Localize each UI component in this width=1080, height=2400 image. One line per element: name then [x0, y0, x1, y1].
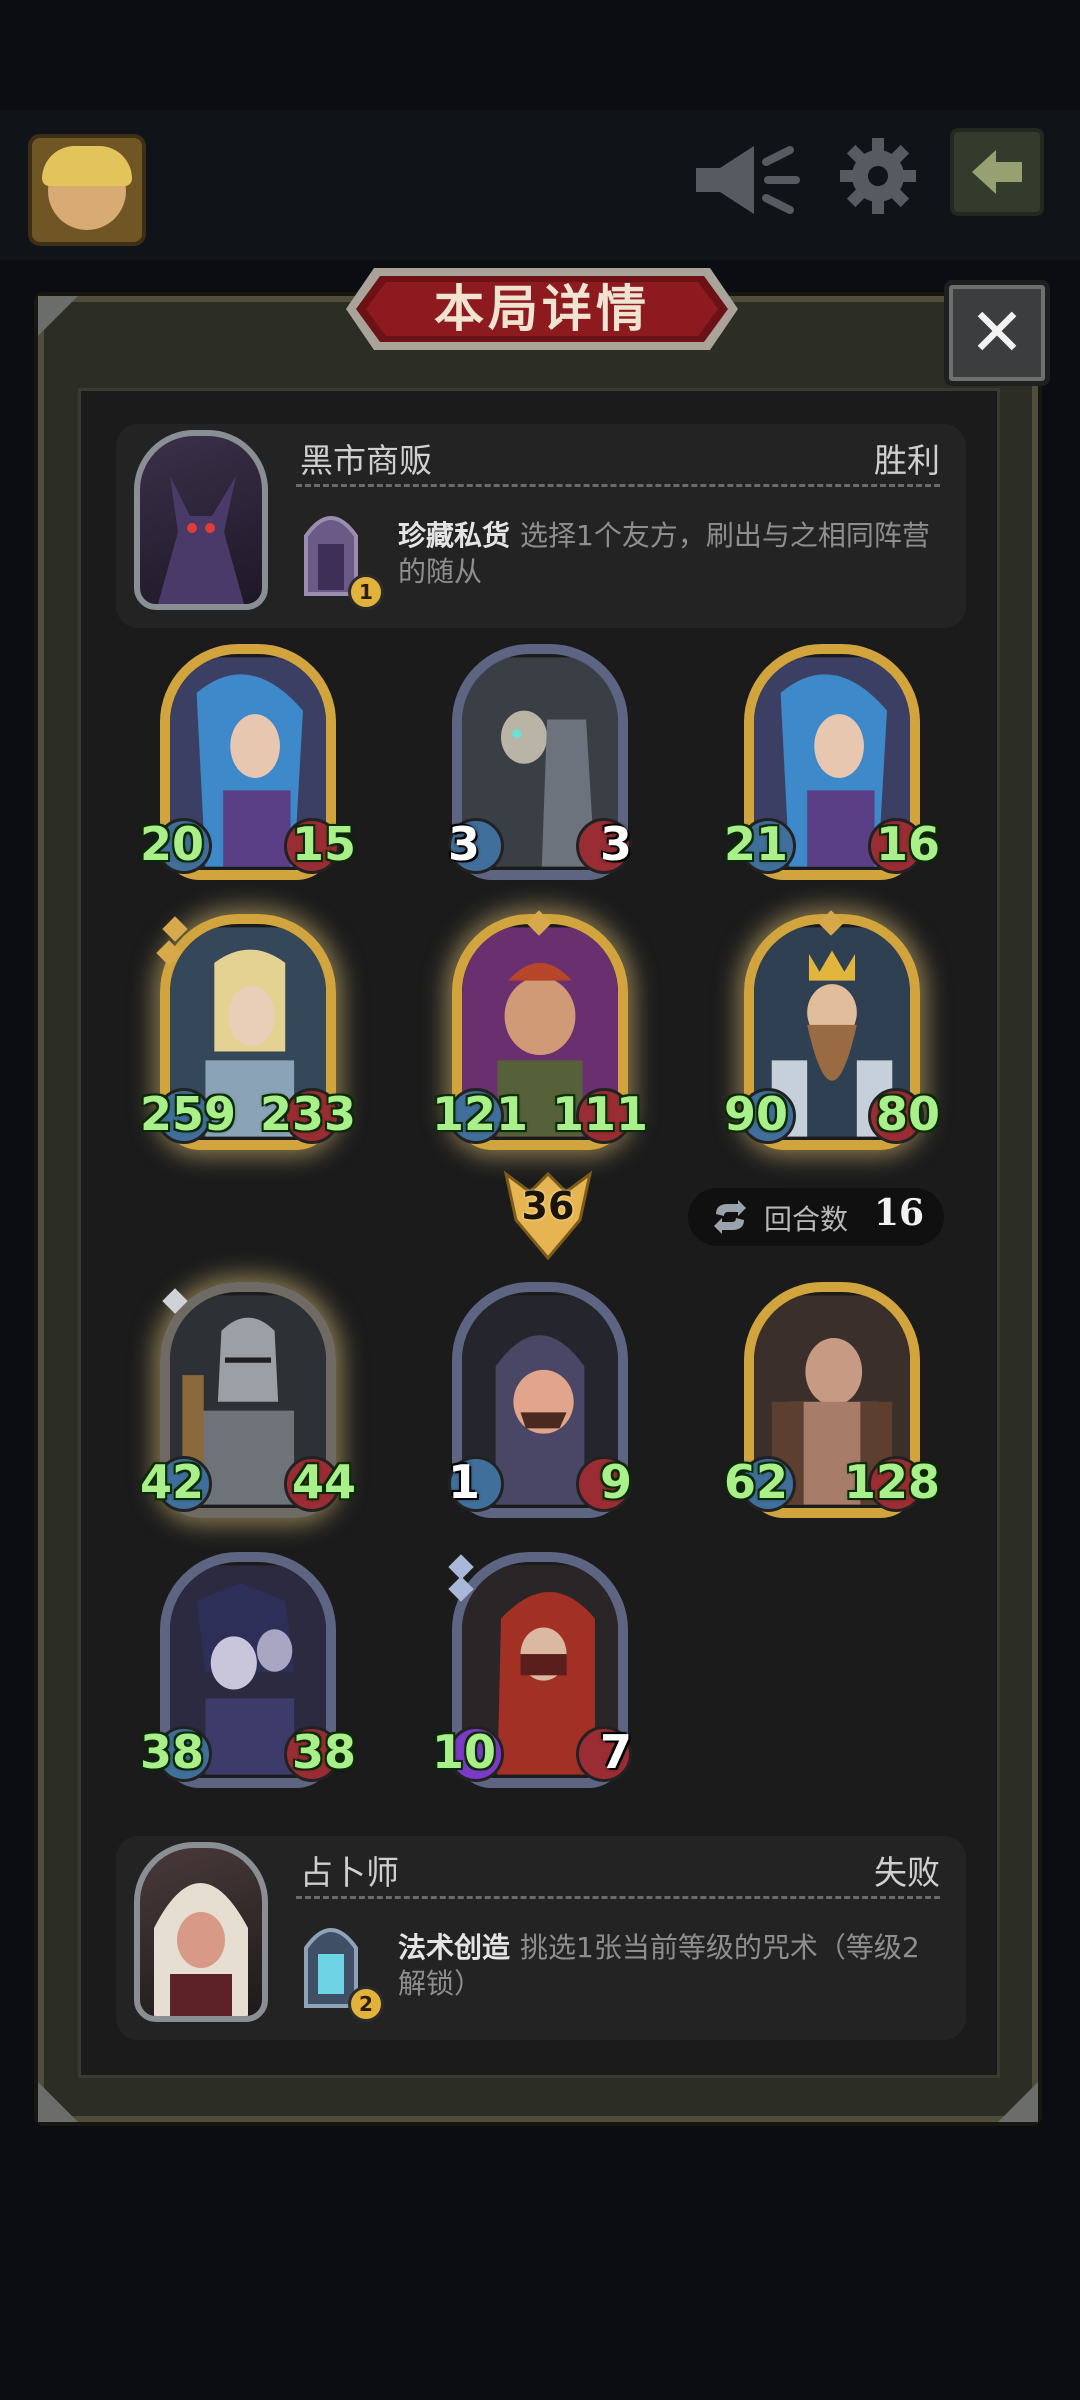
health-value: 128: [843, 1455, 940, 1509]
top-bar: [0, 110, 1080, 260]
divider: [296, 1896, 940, 1899]
minion-card-sorceress[interactable]: 20 15: [140, 644, 356, 880]
damage-tier-badge: 36: [500, 1170, 596, 1260]
health-value: 16: [875, 817, 940, 871]
minion-card-armored-knight[interactable]: 42 44: [140, 1282, 356, 1518]
round-count-pill: 回合数 16: [688, 1188, 944, 1246]
round-label: 回合数: [764, 1203, 849, 1236]
hero-name: 黑市商贩: [300, 441, 432, 480]
winner-hero-panel: 黑市商贩 胜利 1 珍藏私货 选择1个友方，刷出与之相同阵营的随从: [116, 424, 966, 628]
health-value: 15: [291, 817, 356, 871]
power-level-badge: 1: [348, 574, 384, 610]
frame-corner: [38, 2082, 78, 2122]
attack-value: 1: [447, 1455, 480, 1509]
power-level-badge: 2: [348, 1986, 384, 2022]
health-value: 80: [875, 1087, 940, 1141]
hero-power-name: 法术创造: [398, 1931, 511, 1964]
gear-icon[interactable]: [838, 136, 918, 216]
minion-card-dark-elf[interactable]: 38 38: [140, 1552, 356, 1788]
round-value: 16: [874, 1192, 925, 1234]
health-value: 111: [551, 1087, 648, 1141]
tier-value: 36: [521, 1184, 575, 1228]
player-avatar-button[interactable]: [28, 134, 146, 246]
minion-card-elf-archer[interactable]: 259 233: [140, 914, 356, 1150]
loser-hero-panel: 占卜师 失败 2 法术创造 挑选1张当前等级的咒术（等级2解锁）: [116, 1836, 966, 2040]
divider: [296, 484, 940, 487]
minion-card-skeleton-knight[interactable]: 3 3: [448, 644, 632, 880]
fortune-teller-icon: [154, 1883, 248, 2016]
attack-value: 10: [432, 1725, 497, 1779]
minion-card-assassin[interactable]: 10 7: [432, 1552, 632, 1788]
minion-card-ogre[interactable]: 62 128: [724, 1282, 940, 1518]
attack-value: 42: [140, 1455, 205, 1509]
minion-card-hooded-thug[interactable]: 1 9: [448, 1282, 632, 1518]
hero-portrait[interactable]: [134, 430, 268, 610]
close-button[interactable]: ✕: [944, 280, 1050, 386]
minion-card-sorceress[interactable]: 21 16: [724, 644, 940, 880]
attack-value: 121: [432, 1087, 529, 1141]
hero-name: 占卜师: [300, 1853, 399, 1892]
arrow-left-icon: [972, 150, 1022, 194]
speaker-icon[interactable]: [690, 140, 800, 220]
attack-value: 3: [447, 817, 480, 871]
attack-value: 62: [724, 1455, 789, 1509]
attack-value: 38: [140, 1725, 205, 1779]
attack-value: 20: [140, 817, 205, 871]
hero-result-win: 胜利: [874, 441, 940, 480]
hero-power-description: 法术创造 挑选1张当前等级的咒术（等级2解锁）: [398, 1930, 938, 2002]
bat-merchant-icon: [158, 476, 244, 604]
modal-title: 本局详情: [434, 280, 650, 338]
health-value: 44: [291, 1455, 356, 1509]
health-value: 38: [291, 1725, 356, 1779]
title-banner: 本局详情: [344, 264, 740, 354]
health-value: 233: [259, 1087, 356, 1141]
health-value: 3: [599, 817, 632, 871]
minion-card-brute[interactable]: 121 111: [432, 910, 648, 1150]
avatar-hair-icon: [42, 146, 132, 186]
health-value: 7: [599, 1725, 632, 1779]
health-value: 9: [599, 1455, 632, 1509]
hero-power-name: 珍藏私货: [398, 519, 511, 552]
close-icon: ✕: [969, 294, 1025, 371]
hero-power-description: 珍藏私货 选择1个友方，刷出与之相同阵营的随从: [398, 518, 938, 590]
exit-button[interactable]: [950, 128, 1044, 216]
frame-corner: [998, 2082, 1038, 2122]
attack-value: 90: [724, 1087, 789, 1141]
refresh-icon: [714, 1200, 746, 1234]
hero-portrait[interactable]: [134, 1842, 268, 2022]
minion-card-king[interactable]: 90 80: [724, 910, 940, 1150]
attack-value: 21: [724, 817, 789, 871]
frame-corner: [38, 296, 78, 336]
attack-value: 259: [140, 1087, 237, 1141]
hero-result-loss: 失败: [874, 1853, 940, 1892]
